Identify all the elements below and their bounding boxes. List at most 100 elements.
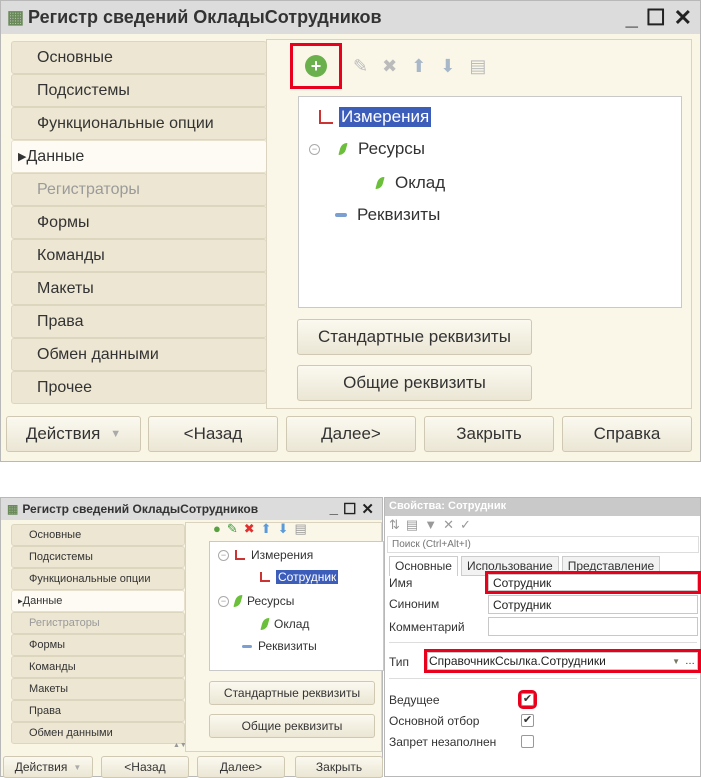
standard-attributes-button[interactable]: Стандартные реквизиты xyxy=(297,319,532,355)
comment-label: Комментарий xyxy=(389,620,465,634)
properties-title-bar: Свойства: Сотрудник xyxy=(385,498,700,516)
tab-9[interactable]: Обмен данными xyxy=(11,338,267,371)
tab-label: Подсистемы xyxy=(29,551,93,563)
dimension-icon xyxy=(235,550,245,560)
window-title: Регистр сведений ОкладыСотрудников xyxy=(28,7,382,27)
tab-6[interactable]: Команды xyxy=(11,656,185,678)
sort-az-icon[interactable]: ⇅ xyxy=(389,517,400,533)
collapse-icon[interactable]: − xyxy=(218,595,229,607)
tab-label: Обмен данными xyxy=(37,345,159,363)
add-icon[interactable]: ● xyxy=(213,521,221,537)
dropdown-icon[interactable]: ▼ xyxy=(672,657,680,666)
tab-10[interactable]: Прочее xyxy=(11,371,267,404)
add-button[interactable]: + xyxy=(290,43,342,89)
dimension-icon xyxy=(260,572,270,582)
help-button[interactable]: Справка xyxy=(562,416,692,452)
close-icon[interactable]: ✕ xyxy=(674,5,692,31)
search-input[interactable] xyxy=(387,536,699,553)
tree-node-attributes[interactable]: Реквизиты xyxy=(242,639,317,653)
next-button[interactable]: Далее> xyxy=(286,416,416,452)
close-icon[interactable]: ✕ xyxy=(361,500,374,518)
sort-icon[interactable]: ▤ xyxy=(294,521,306,537)
move-down-icon[interactable]: ⬇ xyxy=(440,56,455,77)
name-label: Имя xyxy=(389,576,413,590)
minimize-icon[interactable]: _ xyxy=(626,5,638,31)
common-attributes-button[interactable]: Общие реквизиты xyxy=(209,714,375,738)
edit-icon[interactable]: ✎ xyxy=(227,521,238,537)
select-icon[interactable]: … xyxy=(685,656,695,667)
tab-7[interactable]: Макеты xyxy=(11,272,267,305)
master-checkbox[interactable]: ✔ xyxy=(518,690,537,709)
tree-node-salary[interactable]: Оклад xyxy=(260,617,309,631)
close-button[interactable]: Закрыть xyxy=(424,416,554,452)
main-filter-checkbox[interactable]: ✔ xyxy=(521,714,534,727)
maximize-icon[interactable]: ☐ xyxy=(343,500,356,518)
tab-0[interactable]: Основные xyxy=(11,41,267,74)
tab-2[interactable]: Функциональные опции xyxy=(11,107,267,140)
divider xyxy=(389,642,697,643)
delete-icon[interactable]: ✖ xyxy=(244,521,255,537)
tree-node-salary[interactable]: Оклад xyxy=(375,173,445,193)
edit-icon[interactable]: ✎ xyxy=(353,56,368,77)
tree-node-employee[interactable]: Сотрудник xyxy=(260,570,339,584)
tab-3[interactable]: ▶ Данные xyxy=(11,140,267,173)
toolbar: + ✎ ✖ ⬆ ⬇ ▤ xyxy=(290,43,486,89)
delete-icon[interactable]: ✖ xyxy=(382,56,397,77)
tab-8[interactable]: Права xyxy=(11,305,267,338)
categories-icon[interactable]: ▤ xyxy=(406,517,418,533)
sort-icon[interactable]: ▤ xyxy=(469,56,486,77)
tab-4[interactable]: Регистраторы xyxy=(11,173,267,206)
tab-0[interactable]: Основные xyxy=(11,524,185,546)
tab-9[interactable]: Обмен данными xyxy=(11,722,185,744)
tab-4[interactable]: Регистраторы xyxy=(11,612,185,634)
tab-5[interactable]: Формы xyxy=(11,206,267,239)
comment-field[interactable] xyxy=(488,617,698,636)
tab-label: Формы xyxy=(37,213,90,231)
tree-node-dimensions[interactable]: Измерения xyxy=(319,107,432,127)
common-attributes-button[interactable]: Общие реквизиты xyxy=(297,365,532,401)
resource-icon xyxy=(375,177,385,189)
actions-button[interactable]: Действия ▼ xyxy=(3,756,93,778)
tab-7[interactable]: Макеты xyxy=(11,678,185,700)
tab-label: Данные xyxy=(22,595,63,607)
deny-empty-checkbox[interactable] xyxy=(521,735,534,748)
move-down-icon[interactable]: ⬇ xyxy=(278,521,289,537)
tree-node-attributes[interactable]: Реквизиты xyxy=(335,205,440,225)
name-field[interactable]: Сотрудник xyxy=(485,571,701,594)
top-window: ▦ Регистр сведений ОкладыСотрудников _ ☐ ✕… xyxy=(0,0,701,462)
maximize-icon[interactable]: ☐ xyxy=(646,5,666,31)
tab-5[interactable]: Формы xyxy=(11,634,185,656)
minimize-icon[interactable]: _ xyxy=(330,500,338,518)
tab-1[interactable]: Подсистемы xyxy=(11,546,185,568)
back-button[interactable]: <Назад xyxy=(101,756,189,778)
filter-icon[interactable]: ▼ xyxy=(424,517,437,533)
properties-window: Свойства: Сотрудник ⇅ ▤ ▼ ✕ ✓ Основные Испол… xyxy=(384,497,701,777)
synonym-field[interactable]: Сотрудник xyxy=(488,595,698,614)
back-button[interactable]: <Назад xyxy=(148,416,278,452)
standard-attributes-button[interactable]: Стандартные реквизиты xyxy=(209,681,375,705)
close-button[interactable]: Закрыть xyxy=(295,756,383,778)
tree-node-resources[interactable]: − Ресурсы xyxy=(218,594,294,608)
collapse-icon[interactable]: − xyxy=(309,143,320,155)
move-up-icon[interactable]: ⬆ xyxy=(411,56,426,77)
collapse-icon[interactable]: − xyxy=(218,549,229,561)
tab-1[interactable]: Подсистемы xyxy=(11,74,267,107)
accept-icon[interactable]: ✓ xyxy=(460,517,471,533)
tab-presentation[interactable]: Представление xyxy=(561,556,661,576)
next-button[interactable]: Далее> xyxy=(197,756,285,778)
tab-usage[interactable]: Использование xyxy=(460,556,559,576)
tab-6[interactable]: Команды xyxy=(11,239,267,272)
cancel-icon[interactable]: ✕ xyxy=(443,517,454,533)
tab-main[interactable]: Основные xyxy=(389,556,458,576)
tab-2[interactable]: Функциональные опции xyxy=(11,568,185,590)
structure-tree: Измерения − Ресурсы Оклад Реквизиты xyxy=(298,96,682,308)
move-up-icon[interactable]: ⬆ xyxy=(261,521,272,537)
actions-button[interactable]: Действия ▼ xyxy=(6,416,141,452)
tab-8[interactable]: Права xyxy=(11,700,185,722)
tree-node-dimensions[interactable]: − Измерения xyxy=(218,548,313,562)
tree-node-resources[interactable]: − Ресурсы xyxy=(309,139,425,159)
tab-label: Команды xyxy=(29,661,76,673)
type-field[interactable]: СправочникСсылка.Сотрудники ▼… xyxy=(424,649,701,673)
tab-3[interactable]: ▶ Данные xyxy=(11,590,185,612)
tab-label: Регистраторы xyxy=(29,617,100,629)
